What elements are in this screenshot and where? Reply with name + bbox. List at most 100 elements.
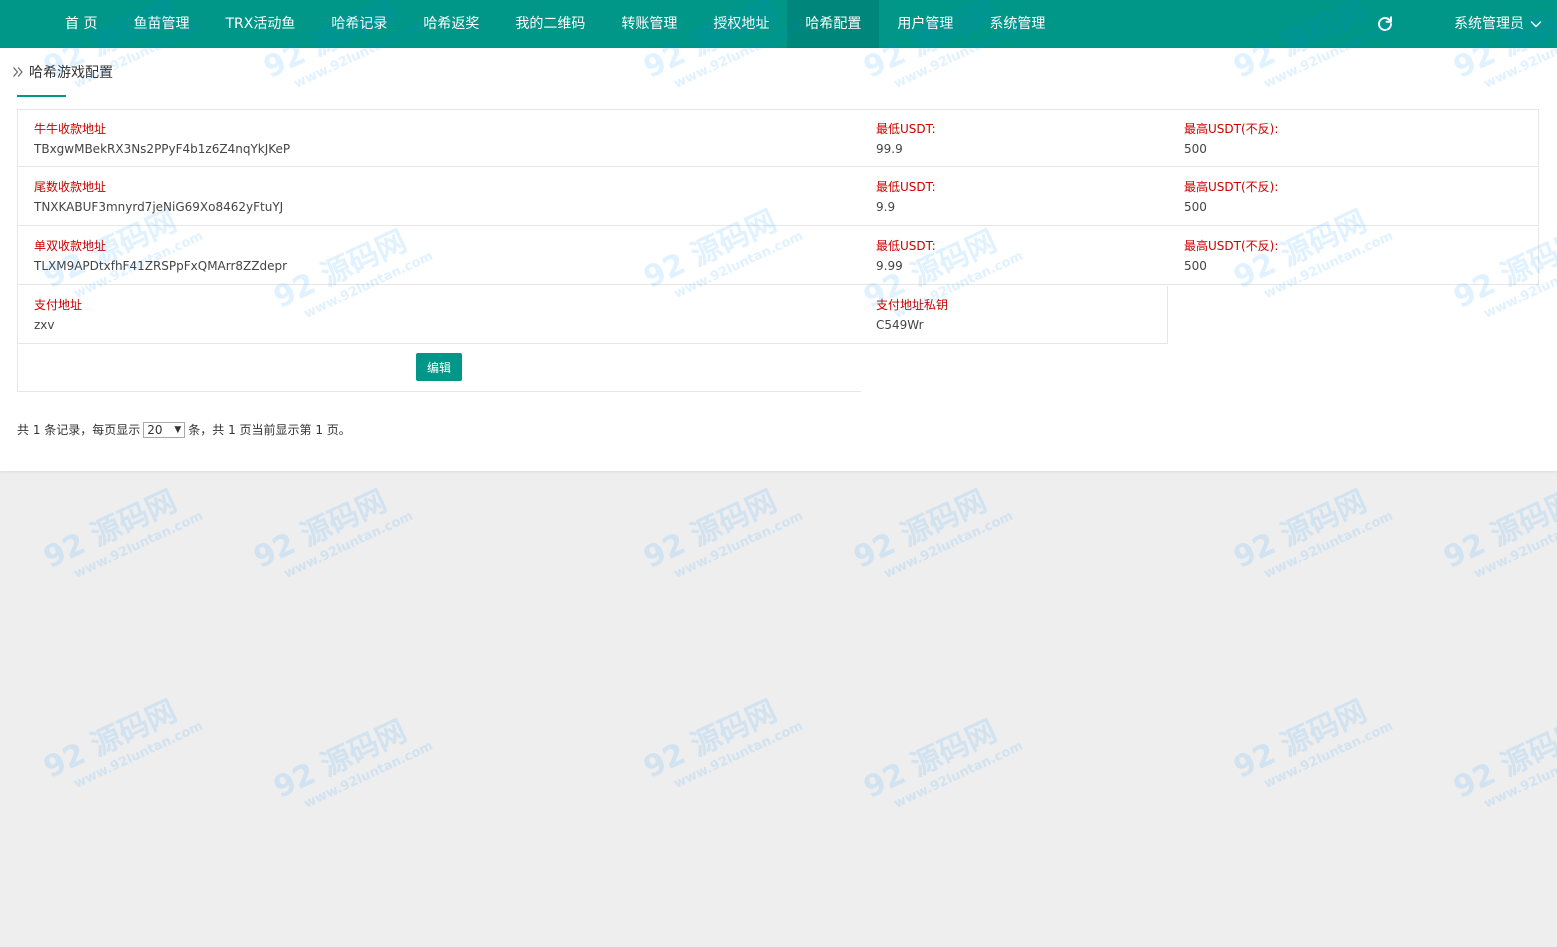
watermark-logo: 92 源码网	[1228, 693, 1373, 786]
watermark-logo: 92 源码网	[248, 483, 393, 576]
watermark-url: www.92luntan.com	[1471, 508, 1557, 582]
nav-system-management[interactable]: 系统管理	[971, 0, 1063, 48]
watermark: 92 源码网www.92luntan.com	[265, 699, 435, 820]
watermark: 92 源码网www.92luntan.com	[1225, 679, 1395, 800]
watermark-logo: 92 源码网	[858, 713, 1003, 806]
nav-trx-fish[interactable]: TRX活动鱼	[207, 0, 313, 48]
config-row-oddeven: 单双收款地址 TLXM9APDtxfhF41ZRSPpFxQMArr8ZZdep…	[17, 227, 1539, 285]
max-usdt-value: 500	[1184, 142, 1207, 156]
address-value: TBxgwMBekRX3Ns2PPyF4b1z6Z4nqYkJKeP	[34, 142, 291, 156]
pager-prefix: 共 1 条记录，每页显示	[17, 423, 141, 437]
admin-username: 系统管理员	[1454, 16, 1524, 32]
nav-menu: 首 页鱼苗管理 TRX活动鱼 哈希记录 哈希返奖 我的二维码 转账管理 授权地址 哈希配置 用户…	[47, 0, 1063, 48]
min-usdt-cell: 最低USDT: 9.99	[876, 237, 936, 276]
nav-transfer-management[interactable]: 转账管理	[603, 0, 695, 48]
chevron-down-icon	[1530, 21, 1542, 28]
watermark: 92 源码网www.92luntan.com	[35, 679, 205, 800]
address-label: 单双收款地址	[34, 239, 107, 253]
content-panel: 哈希游戏配置 牛牛收款地址 TBxgwMBekRX3Ns2PPyF4b1z6Z4…	[0, 48, 1557, 471]
watermark: 92 源码网www.92luntan.com	[845, 469, 1015, 590]
watermark-logo: 92 源码网	[638, 693, 783, 786]
watermark-url: www.92luntan.com	[671, 718, 806, 792]
pay-address-value: zxv	[34, 318, 55, 332]
min-usdt-cell: 最低USDT: 9.9	[876, 178, 936, 217]
page-title: 哈希游戏配置	[29, 65, 113, 81]
nav-my-qrcode[interactable]: 我的二维码	[497, 0, 603, 48]
max-usdt-value: 500	[1184, 200, 1207, 214]
min-usdt-label: 最低USDT:	[876, 239, 936, 253]
config-row-niuniu: 牛牛收款地址 TBxgwMBekRX3Ns2PPyF4b1z6Z4nqYkJKe…	[17, 109, 1539, 167]
address-label: 尾数收款地址	[34, 180, 107, 194]
double-chevron-right-icon	[13, 67, 23, 77]
watermark-url: www.92luntan.com	[881, 508, 1016, 582]
address-cell: 单双收款地址 TLXM9APDtxfhF41ZRSPpFxQMArr8ZZdep…	[34, 237, 287, 276]
watermark: 92 源码网www.92luntan.com	[245, 469, 415, 590]
top-nav-bar: 首 页鱼苗管理 TRX活动鱼 哈希记录 哈希返奖 我的二维码 转账管理 授权地址 哈希配置 用户…	[0, 0, 1557, 48]
watermark-logo: 92 源码网	[1228, 483, 1373, 576]
dropdown-arrow-icon: ▼	[174, 424, 182, 435]
max-usdt-label: 最高USDT(不反):	[1184, 122, 1279, 136]
max-usdt-value: 500	[1184, 259, 1207, 273]
watermark: 92 源码网www.92luntan.com	[1225, 469, 1395, 590]
min-usdt-label: 最低USDT:	[876, 180, 936, 194]
pagination-info: 共 1 条记录，每页显示 20 ▼ 条，共 1 页当前显示第 1 页。	[17, 421, 351, 438]
min-usdt-value: 9.99	[876, 259, 903, 273]
watermark-url: www.92luntan.com	[1481, 738, 1557, 812]
address-value: TNXKABUF3mnyrd7jeNiG69Xo8462yFtuYJ	[34, 200, 284, 214]
min-usdt-value: 9.9	[876, 200, 896, 214]
max-usdt-label: 最高USDT(不反):	[1184, 239, 1279, 253]
min-usdt-value: 99.9	[876, 142, 903, 156]
watermark: 92 源码网www.92luntan.com	[855, 699, 1025, 820]
nav-home[interactable]: 首 页	[47, 0, 115, 48]
pay-key-label: 支付地址私钥	[876, 298, 949, 312]
watermark-logo: 92 源码网	[1448, 713, 1557, 806]
pager-suffix: 条，共 1 页当前显示第 1 页。	[188, 423, 351, 437]
watermark-url: www.92luntan.com	[1261, 718, 1396, 792]
watermark: 92 源码网www.92luntan.com	[1435, 469, 1557, 590]
address-cell: 牛牛收款地址 TBxgwMBekRX3Ns2PPyF4b1z6Z4nqYkJKe…	[34, 120, 290, 159]
nav-hash-config[interactable]: 哈希配置	[787, 0, 880, 48]
action-row: 编辑	[17, 345, 861, 392]
watermark-url: www.92luntan.com	[891, 738, 1026, 812]
pay-address-cell: 支付地址 zxv	[34, 296, 82, 335]
max-usdt-label: 最高USDT(不反):	[1184, 180, 1279, 194]
watermark-logo: 92 源码网	[1438, 483, 1557, 576]
address-cell: 尾数收款地址 TNXKABUF3mnyrd7jeNiG69Xo8462yFtuY…	[34, 178, 283, 217]
refresh-icon[interactable]	[1376, 15, 1394, 33]
pay-key-cell: 支付地址私钥 C549Wr	[876, 296, 948, 335]
watermark-url: www.92luntan.com	[301, 738, 436, 812]
edit-button[interactable]: 编辑	[416, 353, 462, 381]
page-size-select[interactable]: 20 ▼	[143, 421, 186, 438]
min-usdt-cell: 最低USDT: 99.9	[876, 120, 936, 159]
max-usdt-cell: 最高USDT(不反): 500	[1184, 237, 1278, 276]
watermark: 92 源码网www.92luntan.com	[635, 679, 805, 800]
watermark: 92 源码网www.92luntan.com	[635, 469, 805, 590]
nav-hash-rewards[interactable]: 哈希返奖	[405, 0, 497, 48]
watermark: 92 源码网www.92luntan.com	[35, 469, 205, 590]
admin-user-menu[interactable]: 系统管理员	[1454, 0, 1542, 48]
config-row-tail: 尾数收款地址 TNXKABUF3mnyrd7jeNiG69Xo8462yFtuY…	[17, 168, 1539, 226]
watermark-url: www.92luntan.com	[281, 508, 416, 582]
watermark-url: www.92luntan.com	[71, 508, 206, 582]
watermark-logo: 92 源码网	[38, 483, 183, 576]
watermark-logo: 92 源码网	[38, 693, 183, 786]
nav-hash-records[interactable]: 哈希记录	[313, 0, 405, 48]
watermark-logo: 92 源码网	[848, 483, 993, 576]
watermark-url: www.92luntan.com	[1261, 508, 1396, 582]
address-value: TLXM9APDtxfhF41ZRSPpFxQMArr8ZZdepr	[34, 259, 288, 273]
nav-fish-management[interactable]: 鱼苗管理	[115, 0, 207, 48]
min-usdt-label: 最低USDT:	[876, 122, 936, 136]
config-row-pay: 支付地址 zxv 支付地址私钥 C549Wr	[17, 286, 1168, 344]
nav-authorized-address[interactable]: 授权地址	[695, 0, 787, 48]
nav-user-management[interactable]: 用户管理	[879, 0, 971, 48]
watermark: 92 源码网www.92luntan.com	[1445, 699, 1557, 820]
watermark-logo: 92 源码网	[268, 713, 413, 806]
watermark-url: www.92luntan.com	[71, 718, 206, 792]
pay-address-label: 支付地址	[34, 298, 83, 312]
max-usdt-cell: 最高USDT(不反): 500	[1184, 178, 1278, 217]
address-label: 牛牛收款地址	[34, 122, 107, 136]
breadcrumb: 哈希游戏配置	[12, 62, 113, 82]
max-usdt-cell: 最高USDT(不反): 500	[1184, 120, 1278, 159]
page-size-value: 20	[147, 422, 163, 437]
tab-active-indicator	[17, 95, 66, 97]
